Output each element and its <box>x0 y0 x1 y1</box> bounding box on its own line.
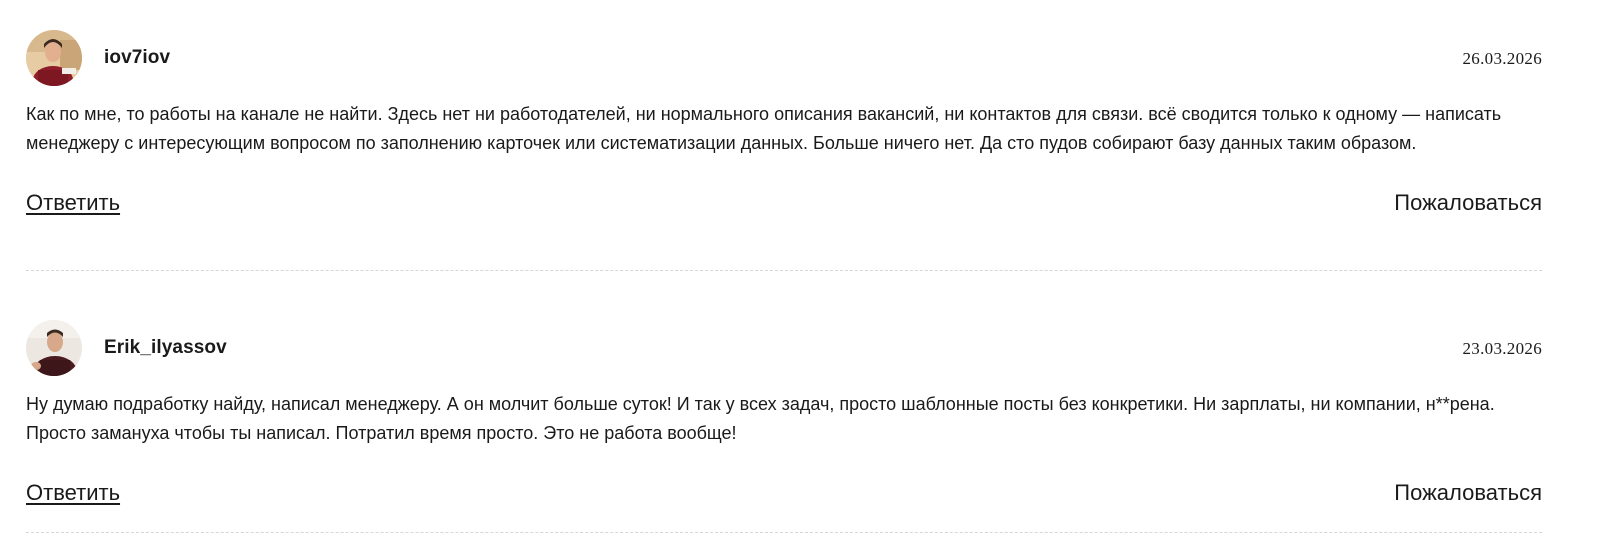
comment-divider <box>26 270 1542 271</box>
report-link[interactable]: Пожаловаться <box>1394 190 1542 216</box>
comments-list: iov7iov 26.03.2026 Как по мне, то работы… <box>0 0 1600 554</box>
reply-link[interactable]: Ответить <box>26 190 120 216</box>
comment-text: Ну думаю подработку найду, написал менед… <box>26 394 1495 443</box>
comment-username: Erik_ilyassov <box>104 337 227 358</box>
comment-item: Erik_ilyassov 23.03.2026 Ну думаю подраб… <box>26 320 1542 533</box>
comment-date: 26.03.2026 <box>1462 49 1542 68</box>
avatar[interactable] <box>26 30 82 86</box>
reply-link[interactable]: Ответить <box>26 480 120 506</box>
comment-actions: Ответить Пожаловаться <box>26 480 1542 510</box>
comment-text: Как по мне, то работы на канале не найти… <box>26 104 1502 153</box>
avatar[interactable] <box>26 320 82 376</box>
comment-actions: Ответить Пожаловаться <box>26 190 1542 220</box>
comment-divider <box>26 532 1542 533</box>
avatar-image <box>26 30 82 86</box>
comment-header: Erik_ilyassov 23.03.2026 <box>26 320 1542 376</box>
report-link[interactable]: Пожаловаться <box>1394 480 1542 506</box>
avatar-image <box>26 320 82 376</box>
comment-item: iov7iov 26.03.2026 Как по мне, то работы… <box>26 30 1542 271</box>
comment-username: iov7iov <box>104 47 171 68</box>
comment-header: iov7iov 26.03.2026 <box>26 30 1542 86</box>
comment-date: 23.03.2026 <box>1462 339 1542 358</box>
